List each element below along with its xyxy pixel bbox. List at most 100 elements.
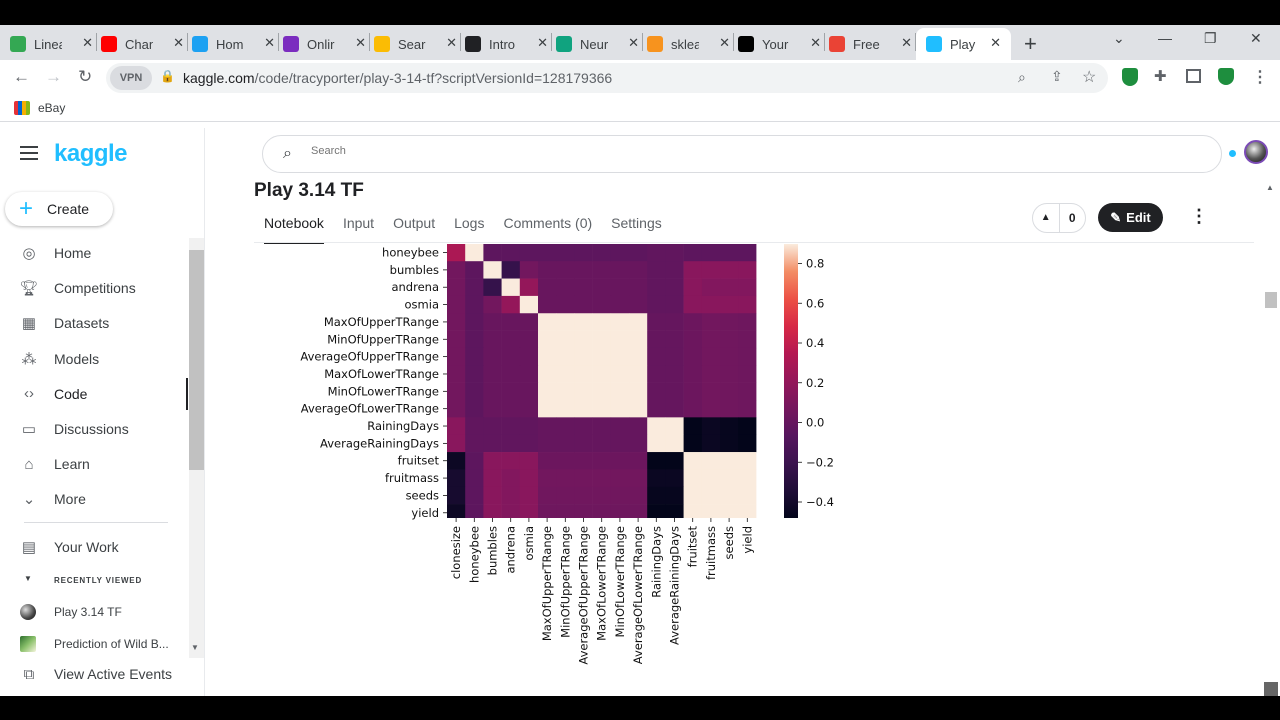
heatmap-cell [683,434,703,453]
row-label: AverageRainingDays [320,436,439,450]
row-label: MaxOfUpperTRange [324,315,439,329]
heatmap-cell [610,486,630,505]
heatmap-cell [538,313,557,331]
heatmap-cell [483,469,502,488]
column-label: fruitmass [704,526,718,580]
heatmap-cell [738,313,757,331]
column-label: AverageOfUpperTRange [577,526,591,665]
heatmap-cell [738,365,757,383]
heatmap-cell [447,486,466,505]
heatmap-cell [738,261,757,279]
heatmap-cell [701,452,721,470]
page-scroll-thumb[interactable] [1265,292,1277,308]
heatmap-cell [538,452,557,470]
row-label: RainingDays [367,419,439,433]
heatmap-cell [447,417,466,435]
colorbar [784,244,798,518]
heatmap-cell [610,434,630,453]
heatmap-cell [629,330,648,349]
heatmap-cell [465,244,484,245]
heatmap-cell [538,244,557,245]
heatmap-cell [738,452,757,470]
heatmap-cell [720,261,739,279]
heatmap-cell [592,417,612,435]
heatmap-cell [483,486,502,505]
heatmap-cell [701,313,721,331]
heatmap-cell [629,347,648,366]
heatmap-cell [592,434,612,453]
heatmap-cell [538,295,557,314]
heatmap-cell [556,347,575,366]
heatmap-cell [701,469,721,488]
column-label: honeybee [467,526,481,583]
heatmap-cell [701,330,721,349]
colorbar-tick-label: −0.2 [806,455,834,469]
heatmap-cell [519,400,539,418]
heatmap-cell [519,417,539,435]
heatmap-cell [683,400,703,418]
heatmap-cell [647,382,666,401]
colorbar-tick-label: 0.6 [806,296,824,310]
heatmap-cell [738,278,757,297]
heatmap-cell [574,347,593,366]
column-label: MinOfLowerTRange [613,526,627,637]
heatmap-cell [683,278,703,297]
heatmap-cell [574,244,593,245]
heatmap-cell [574,400,593,418]
heatmap-cell [483,382,502,401]
heatmap-cell [647,365,666,383]
colorbar-tick-label: 0.2 [806,376,824,390]
heatmap-cell [701,278,721,297]
heatmap-cell [574,469,593,488]
heatmap-cell [592,365,612,383]
heatmap-cell [519,295,539,314]
page-scrollbar[interactable]: ▲ [1262,180,1280,696]
heatmap-cell [701,417,721,435]
heatmap-cell [738,382,757,401]
heatmap-cell [447,244,466,262]
heatmap-cell [519,278,539,297]
heatmap-cell [501,382,521,401]
heatmap-cell [483,347,502,366]
heatmap-cell [665,417,684,435]
heatmap-cell [465,400,484,418]
heatmap-cell [556,365,575,383]
heatmap-cell [665,434,684,453]
heatmap-cell [501,278,521,297]
heatmap-cell [683,347,703,366]
heatmap-cell [574,278,593,297]
colorbar-tick-label: 0.0 [806,416,824,430]
heatmap-cell [665,295,684,314]
column-label: bumbles [486,526,500,575]
bottom-black-bar [0,696,1280,720]
column-label: clonesize [449,526,463,579]
correlation-heatmap: honeybee bumbles andrena osmia MaxOfUpperTRa… [300,244,834,665]
row-label: yield [411,506,439,520]
heatmap-cell [720,295,739,314]
heatmap-cell [465,486,484,505]
heatmap-cell [501,469,521,488]
heatmap-cell [738,486,757,505]
heatmap-cell [483,261,502,279]
heatmap-cell [465,452,484,470]
heatmap-cell [720,278,739,297]
heatmap-cell [538,469,557,488]
heatmap-cell [665,261,684,279]
heatmap-cell [610,365,630,383]
heatmap-cell [556,313,575,331]
heatmap-cell [683,244,703,262]
heatmap-cell [701,295,721,314]
heatmap-cell [447,400,466,418]
heatmap-cell [447,313,466,331]
heatmap-cell [447,434,466,453]
heatmap-cell [538,347,557,366]
heatmap-cell [538,382,557,401]
heatmap-cell [610,347,630,366]
heatmap-cell [629,261,648,279]
heatmap-cell [610,261,630,279]
heatmap-cell [501,261,521,279]
scroll-up-icon[interactable]: ▲ [1266,183,1274,192]
heatmap-cell [720,469,739,488]
heatmap-cell [683,452,703,470]
heatmap-cell [592,330,612,349]
